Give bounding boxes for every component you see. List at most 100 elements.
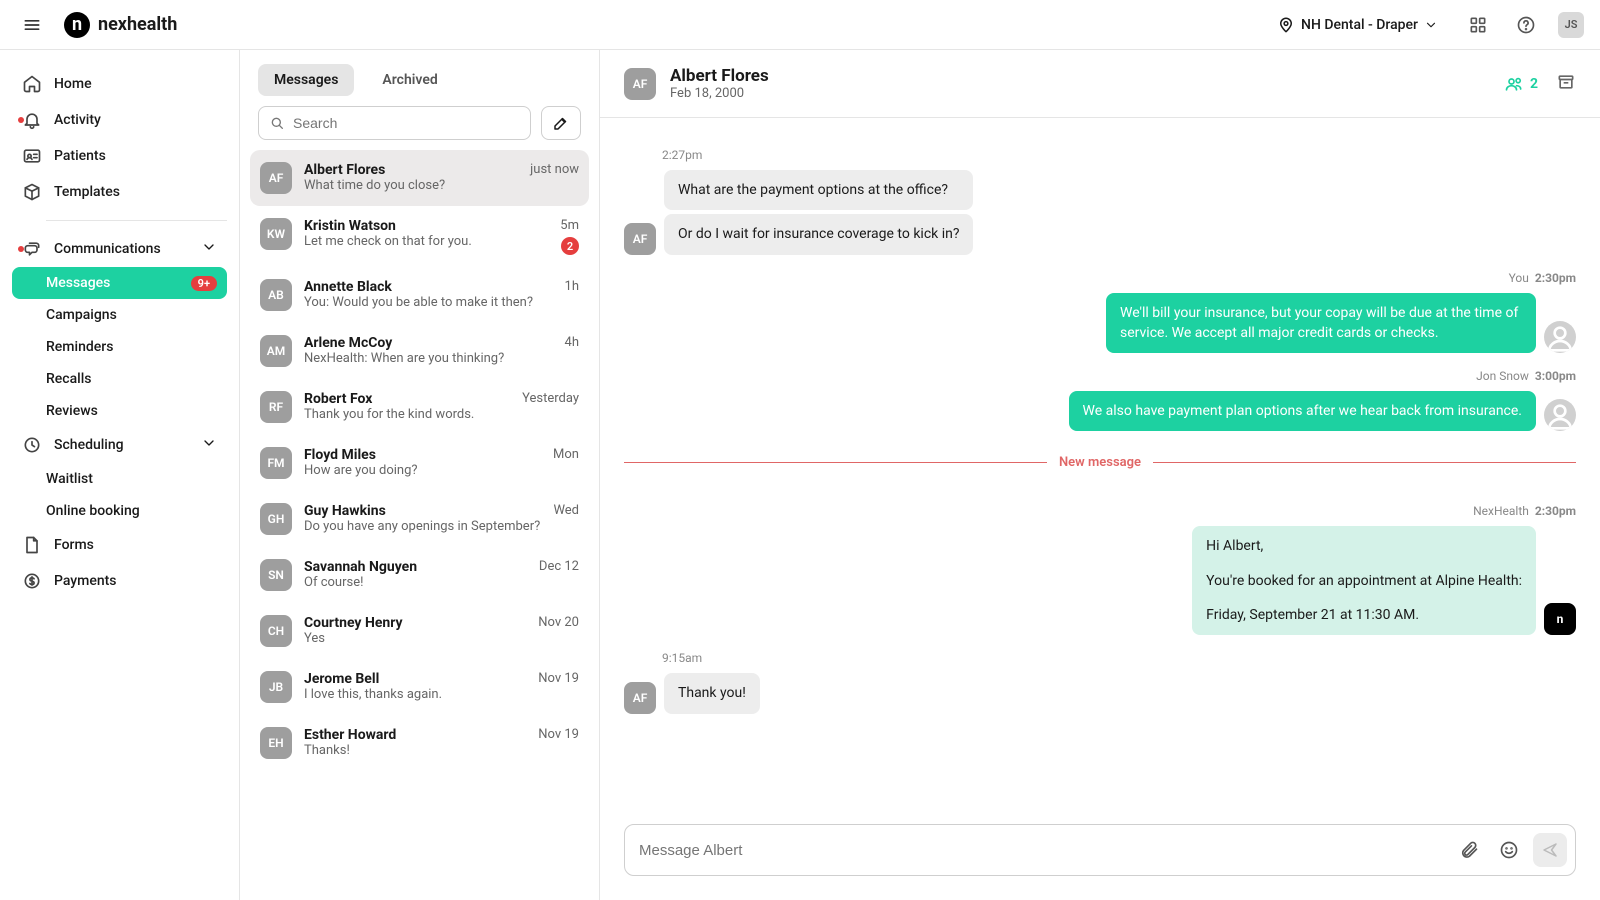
conversation-item[interactable]: AF Albert Flores What time do you close?… [250, 150, 589, 206]
conversation-name: Courtney Henry [304, 615, 526, 631]
conversation-item[interactable]: KW Kristin Watson Let me check on that f… [250, 206, 589, 267]
chat-panel: AF Albert Flores Feb 18, 2000 2 [600, 50, 1600, 900]
chat-title[interactable]: Albert Flores [670, 66, 769, 86]
dollar-icon [22, 571, 42, 591]
conversation-preview: I love this, thanks again. [304, 687, 526, 702]
nav-online-booking[interactable]: Online booking [12, 495, 227, 527]
nav-scheduling[interactable]: Scheduling [12, 427, 227, 463]
timestamp: Jon Snow 3:00pm [624, 369, 1576, 383]
timestamp: 2:27pm [662, 148, 1576, 162]
conversation-item[interactable]: GH Guy Hawkins Do you have any openings … [250, 491, 589, 547]
nav-messages[interactable]: Messages 9+ [12, 267, 227, 299]
nav-reviews[interactable]: Reviews [12, 395, 227, 427]
tab-archived[interactable]: Archived [366, 64, 453, 96]
nav-home[interactable]: Home [12, 66, 227, 102]
chat-bubbles-icon [22, 239, 42, 259]
location-picker[interactable]: NH Dental - Draper [1269, 12, 1446, 38]
nav-recalls[interactable]: Recalls [12, 363, 227, 395]
nav-activity[interactable]: Activity [12, 102, 227, 138]
conversation-preview: Thank you for the kind words. [304, 407, 510, 422]
nav-forms-label: Forms [54, 537, 94, 553]
conversation-item[interactable]: EH Esther Howard Thanks! Nov 19 [250, 715, 589, 771]
message-bubble: We also have payment plan options after … [1069, 391, 1536, 431]
conversation-name: Floyd Miles [304, 447, 541, 463]
compose-icon [552, 114, 570, 132]
help-icon[interactable] [1510, 9, 1542, 41]
composer [624, 824, 1576, 876]
nav-reminders[interactable]: Reminders [12, 331, 227, 363]
message-row: Hi Albert, You're booked for an appointm… [624, 526, 1576, 635]
conversation-time: 4h [565, 335, 579, 350]
conversation-preview: How are you doing? [304, 463, 541, 478]
bell-icon [22, 110, 42, 130]
conversation-item[interactable]: FM Floyd Miles How are you doing? Mon [250, 435, 589, 491]
message-row: AF What are the payment options at the o… [624, 170, 1576, 255]
nav-scheduling-label: Scheduling [54, 437, 124, 453]
brand-logo[interactable]: n nexhealth [64, 12, 177, 38]
send-button[interactable] [1533, 833, 1567, 867]
timestamp: You 2:30pm [624, 271, 1576, 285]
archive-icon [1556, 72, 1576, 92]
conversation-avatar: GH [260, 503, 292, 535]
message-row: AF Thank you! [624, 673, 1576, 713]
conversation-item[interactable]: JB Jerome Bell I love this, thanks again… [250, 659, 589, 715]
timestamp: 9:15am [662, 651, 1576, 665]
message-bubble: Thank you! [664, 673, 760, 713]
search-box[interactable] [258, 106, 531, 140]
message-bubble: Hi Albert, You're booked for an appointm… [1192, 526, 1536, 635]
nav-templates[interactable]: Templates [12, 174, 227, 210]
conversation-avatar: EH [260, 727, 292, 759]
nav-forms[interactable]: Forms [12, 527, 227, 563]
user-avatar[interactable]: JS [1558, 12, 1584, 38]
conversation-avatar: FM [260, 447, 292, 479]
sender-avatar: AF [624, 223, 656, 255]
nav-waitlist[interactable]: Waitlist [12, 463, 227, 495]
smile-icon [1499, 840, 1519, 860]
sender-avatar [1544, 399, 1576, 431]
timestamp: NexHealth 2:30pm [624, 504, 1576, 518]
apps-grid-icon[interactable] [1462, 9, 1494, 41]
conversation-name: Guy Hawkins [304, 503, 541, 519]
nav-reviews-label: Reviews [46, 403, 98, 419]
conversation-name: Jerome Bell [304, 671, 526, 687]
compose-button[interactable] [541, 106, 581, 140]
nav-payments[interactable]: Payments [12, 563, 227, 599]
chevron-down-icon [201, 435, 217, 455]
conversation-item[interactable]: CH Courtney Henry Yes Nov 20 [250, 603, 589, 659]
conversation-item[interactable]: RF Robert Fox Thank you for the kind wor… [250, 379, 589, 435]
sender-avatar: AF [624, 682, 656, 714]
conversation-item[interactable]: AM Arlene McCoy NexHealth: When are you … [250, 323, 589, 379]
conversation-preview: Do you have any openings in September? [304, 519, 541, 534]
attach-button[interactable] [1453, 834, 1485, 866]
nav-campaigns-label: Campaigns [46, 307, 117, 323]
nav-communications[interactable]: Communications [12, 231, 227, 267]
conversation-time: Mon [553, 447, 579, 462]
chat-scroll[interactable]: 2:27pm AF What are the payment options a… [600, 118, 1600, 810]
search-input[interactable] [293, 115, 520, 131]
conversation-avatar: SN [260, 559, 292, 591]
conversation-preview: What time do you close? [304, 178, 518, 193]
chevron-down-icon [1424, 18, 1438, 32]
conversation-list: AF Albert Flores What time do you close?… [240, 150, 599, 900]
conversation-item[interactable]: AB Annette Black You: Would you be able … [250, 267, 589, 323]
menu-toggle[interactable] [16, 9, 48, 41]
location-name: NH Dental - Draper [1301, 17, 1418, 33]
conversation-avatar: KW [260, 218, 292, 250]
tab-messages[interactable]: Messages [258, 64, 354, 96]
nav-online-booking-label: Online booking [46, 503, 140, 519]
conversation-name: Savannah Nguyen [304, 559, 527, 575]
conversation-time: 5m [560, 218, 579, 233]
composer-input[interactable] [639, 842, 1445, 859]
conversation-time: 1h [565, 279, 579, 294]
conversation-avatar: JB [260, 671, 292, 703]
archive-button[interactable] [1556, 72, 1576, 96]
emoji-button[interactable] [1493, 834, 1525, 866]
nav-templates-label: Templates [54, 184, 120, 200]
family-count[interactable]: 2 [1504, 74, 1538, 94]
chat-subtitle: Feb 18, 2000 [670, 86, 769, 101]
topbar: n nexhealth NH Dental - Draper JS [0, 0, 1600, 50]
nav-patients[interactable]: Patients [12, 138, 227, 174]
nav-campaigns[interactable]: Campaigns [12, 299, 227, 331]
conversation-item[interactable]: SN Savannah Nguyen Of course! Dec 12 [250, 547, 589, 603]
conversation-name: Kristin Watson [304, 218, 548, 234]
